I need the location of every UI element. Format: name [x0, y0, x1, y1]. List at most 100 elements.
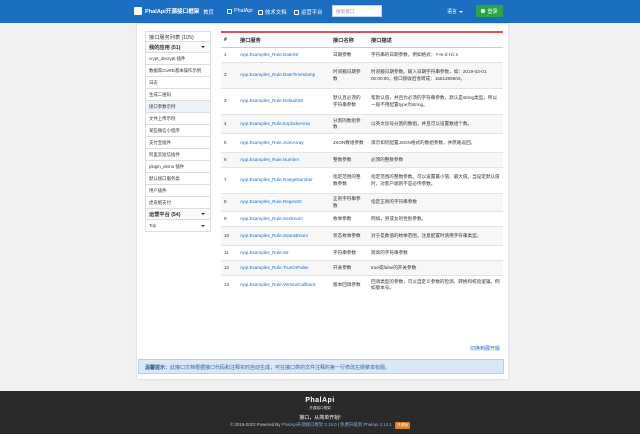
group-my-apps[interactable]: 我的应用 (51)	[145, 42, 211, 53]
notice-text: 此接口文档根据接口代码和注释实时自动生成，可在接口类的文件注释的第一行修改左侧菜…	[170, 365, 391, 371]
brand[interactable]: PhalApi开源接口框架	[134, 7, 199, 15]
footer-slogan: 接口，从简单开始!	[299, 415, 341, 421]
chevron-down-icon	[201, 225, 205, 227]
cell-number: 5	[221, 133, 237, 153]
cell-name: 整数参数	[330, 152, 368, 168]
login-label: 登录	[487, 8, 498, 15]
cell-service[interactable]: App.Examples_Rule.DateStr	[237, 47, 330, 63]
group-ops-platform[interactable]: 运营平台 (54)	[145, 209, 211, 220]
table-row: 4 App.Examples_Rule.ExplodeArray 分割的数组参数 以英…	[221, 114, 503, 134]
group-ops-label: 运营平台 (54)	[149, 212, 181, 218]
cell-number: 1	[221, 47, 237, 63]
upgrade-link[interactable]: 免费升级到 PhalApi 2.14.1	[340, 422, 392, 427]
cell-desc: true或false的开关参数	[368, 260, 503, 276]
sidebar-item-active[interactable]: 接口参数示例	[145, 101, 211, 113]
cell-desc: 例如，男或女的性别参数。	[368, 211, 503, 227]
sidebar-item[interactable]: 生成二维码	[145, 89, 211, 101]
cell-service[interactable]: App.Examples_Rule.Number	[237, 152, 330, 168]
sidebar-item[interactable]: 阿里云短信插件	[145, 149, 211, 161]
service-list-title[interactable]: 接口服务列表 (105)	[145, 31, 211, 42]
sidebar-item[interactable]: 虎皮椒支付	[145, 197, 211, 209]
sidebar-item[interactable]: plugin_demo 插件	[145, 161, 211, 173]
cell-number: 10	[221, 226, 237, 246]
sidebar-item[interactable]: 日志	[145, 77, 211, 89]
cell-name: JSON数组参数	[330, 133, 368, 153]
chevron-down-icon	[201, 46, 205, 48]
switch-expanded-link[interactable]: 切换到展开版	[470, 345, 500, 352]
table-row: 9 App.Examples_Rule.SexEnum 枚举参数 例如，男或女的性别参…	[221, 211, 503, 227]
cell-desc: 必须的整数参数	[368, 152, 503, 168]
cell-desc: 对于是数值的枚举范围，注意配置时请用字符串类型。	[368, 226, 503, 246]
cell-desc: 时间戳日期参数。输入日期字符串参数，如：2019-03-01 00:00:00，…	[368, 62, 503, 89]
sidebar-item[interactable]: 支付宝插件	[145, 137, 211, 149]
cell-number: 2	[221, 62, 237, 89]
logo-icon	[134, 7, 142, 15]
cell-service[interactable]: App.Examples_Rule.StatusEnum	[237, 226, 330, 246]
cell-desc: 字符串的日期参数，例如格式：Y-m-d H:i:s	[368, 47, 503, 63]
copyright-text: © 2015-2022 Powered By	[230, 422, 281, 427]
cell-service[interactable]: App.Examples_Rule.RangeNumber	[237, 167, 330, 194]
top-navbar: PhalApi开源接口框架 首页 PhalApi 技术文档 运营平台 搜索接口 …	[0, 0, 640, 23]
cell-name: 时间戳日期参数	[330, 62, 368, 89]
footer: PhalApi 开源接口框架 接口，从简单开始! © 2015-2022 Pow…	[0, 391, 640, 434]
nav-phalapi[interactable]: PhalApi	[227, 8, 253, 14]
table-row: 12 App.Examples_Rule.TrueOrFalse 开关参数 true或…	[221, 260, 503, 276]
cell-name: 指定范围的整数参数	[330, 167, 368, 194]
sidebar-item[interactable]: 默认接口服务类	[145, 173, 211, 185]
table-row: 3 App.Examples_Rule.DefaultStr 默认且必须的字符串参数…	[221, 88, 503, 115]
table-row: 5 App.Examples_Rule.JsonArray JSON数组参数 演示如何…	[221, 133, 503, 153]
table-row: 11 App.Examples_Rule.Str 字符串参数 简单的字符串参数	[221, 245, 503, 261]
cell-name: 开关参数	[330, 260, 368, 276]
cell-desc: 演示如何配置JSON格式的数组参数，并原路返回。	[368, 133, 503, 153]
sidebar-item[interactable]: 文件上传示例	[145, 113, 211, 125]
table-header: # 接口服务 接口名称 接口描述	[221, 31, 503, 48]
table-row: 2 App.Examples_Rule.DateTimestamp 时间戳日期参数时…	[221, 62, 503, 89]
cell-number: 3	[221, 88, 237, 115]
nav-docs[interactable]: 技术文档	[258, 8, 287, 16]
sidebar-item[interactable]: 某些微信小程序	[145, 125, 211, 137]
cell-service[interactable]: App.Examples_Rule.ExplodeArray	[237, 114, 330, 134]
notice-label: 温馨提示：	[145, 365, 171, 371]
cell-name: 正则字符串参数	[330, 193, 368, 212]
sidebar-item[interactable]: 用户插件	[145, 185, 211, 197]
sidebar-item[interactable]: 数据库CURD基本操作示例	[145, 65, 211, 77]
language-dropdown[interactable]: 语言	[447, 8, 464, 15]
chevron-down-icon	[201, 213, 205, 215]
footer-logo-sub: 开源接口框架	[309, 406, 331, 410]
cell-service[interactable]: App.Examples_Rule.SexEnum	[237, 211, 330, 227]
chart-icon	[294, 9, 299, 15]
cell-desc: 简单的字符串参数	[368, 245, 503, 261]
cell-service[interactable]: App.Examples_Rule.Str	[237, 245, 330, 261]
nav-home[interactable]: 首页	[203, 8, 214, 16]
nav-ops-label: 运营平台	[301, 10, 323, 16]
nav-docs-label: 技术文档	[265, 10, 287, 16]
table-row: 6 App.Examples_Rule.Number 整数参数 必须的整数参数	[221, 152, 503, 168]
framework-link[interactable]: PhalApi开源接口框架 2.15.0	[282, 422, 337, 427]
cell-name: 枚举参数	[330, 211, 368, 227]
cell-service[interactable]: App.Examples_Rule.VersionCallback	[237, 275, 330, 295]
login-button[interactable]: 登录	[476, 5, 503, 17]
cell-service[interactable]: App.Examples_Rule.JsonArray	[237, 133, 330, 153]
user-icon	[481, 9, 486, 13]
cell-service[interactable]: App.Examples_Rule.RegexStr	[237, 193, 330, 212]
cell-number: 9	[221, 211, 237, 227]
cell-service[interactable]: App.Examples_Rule.TrueOrFalse	[237, 260, 330, 276]
table-row: 1 App.Examples_Rule.DateStr 日期参数 字符串的日期参数，例…	[221, 47, 503, 63]
cell-service[interactable]: App.Examples_Rule.DefaultStr	[237, 88, 330, 115]
cell-desc: 帮默认值，并且为必须的字符串参数，默认是string类型，所以一般不用配置typ…	[368, 88, 503, 115]
cell-desc: 回调类型的参数，可以自定义参数的检测、转换和校验逻辑。例如版本号。	[368, 275, 503, 295]
table-row: 8 App.Examples_Rule.RegexStr 正则字符串参数 指定正则的字…	[221, 193, 503, 212]
sidebar-item[interactable]: crypt_decrypt 插件	[145, 53, 211, 65]
language-label: 语言	[447, 9, 458, 15]
cell-desc: 指定范围的整数参数。可以设置最小值、最大值。当设定默认值时，对客户端则不是必传参…	[368, 167, 503, 194]
cell-name: 字符串参数	[330, 245, 368, 261]
top-select[interactable]: Top	[145, 220, 211, 232]
chevron-down-icon	[459, 10, 464, 13]
top-select-value: Top	[149, 223, 157, 228]
group-my-apps-label: 我的应用 (51)	[149, 45, 181, 51]
cell-desc: 以英文逗号分割的数组，并且可以设置数组个数。	[368, 114, 503, 134]
cell-service[interactable]: App.Examples_Rule.DateTimestamp	[237, 62, 330, 89]
open-source-badge: 开源版	[395, 422, 410, 429]
nav-ops[interactable]: 运营平台	[294, 8, 323, 16]
search-input[interactable]: 搜索接口	[332, 5, 382, 17]
